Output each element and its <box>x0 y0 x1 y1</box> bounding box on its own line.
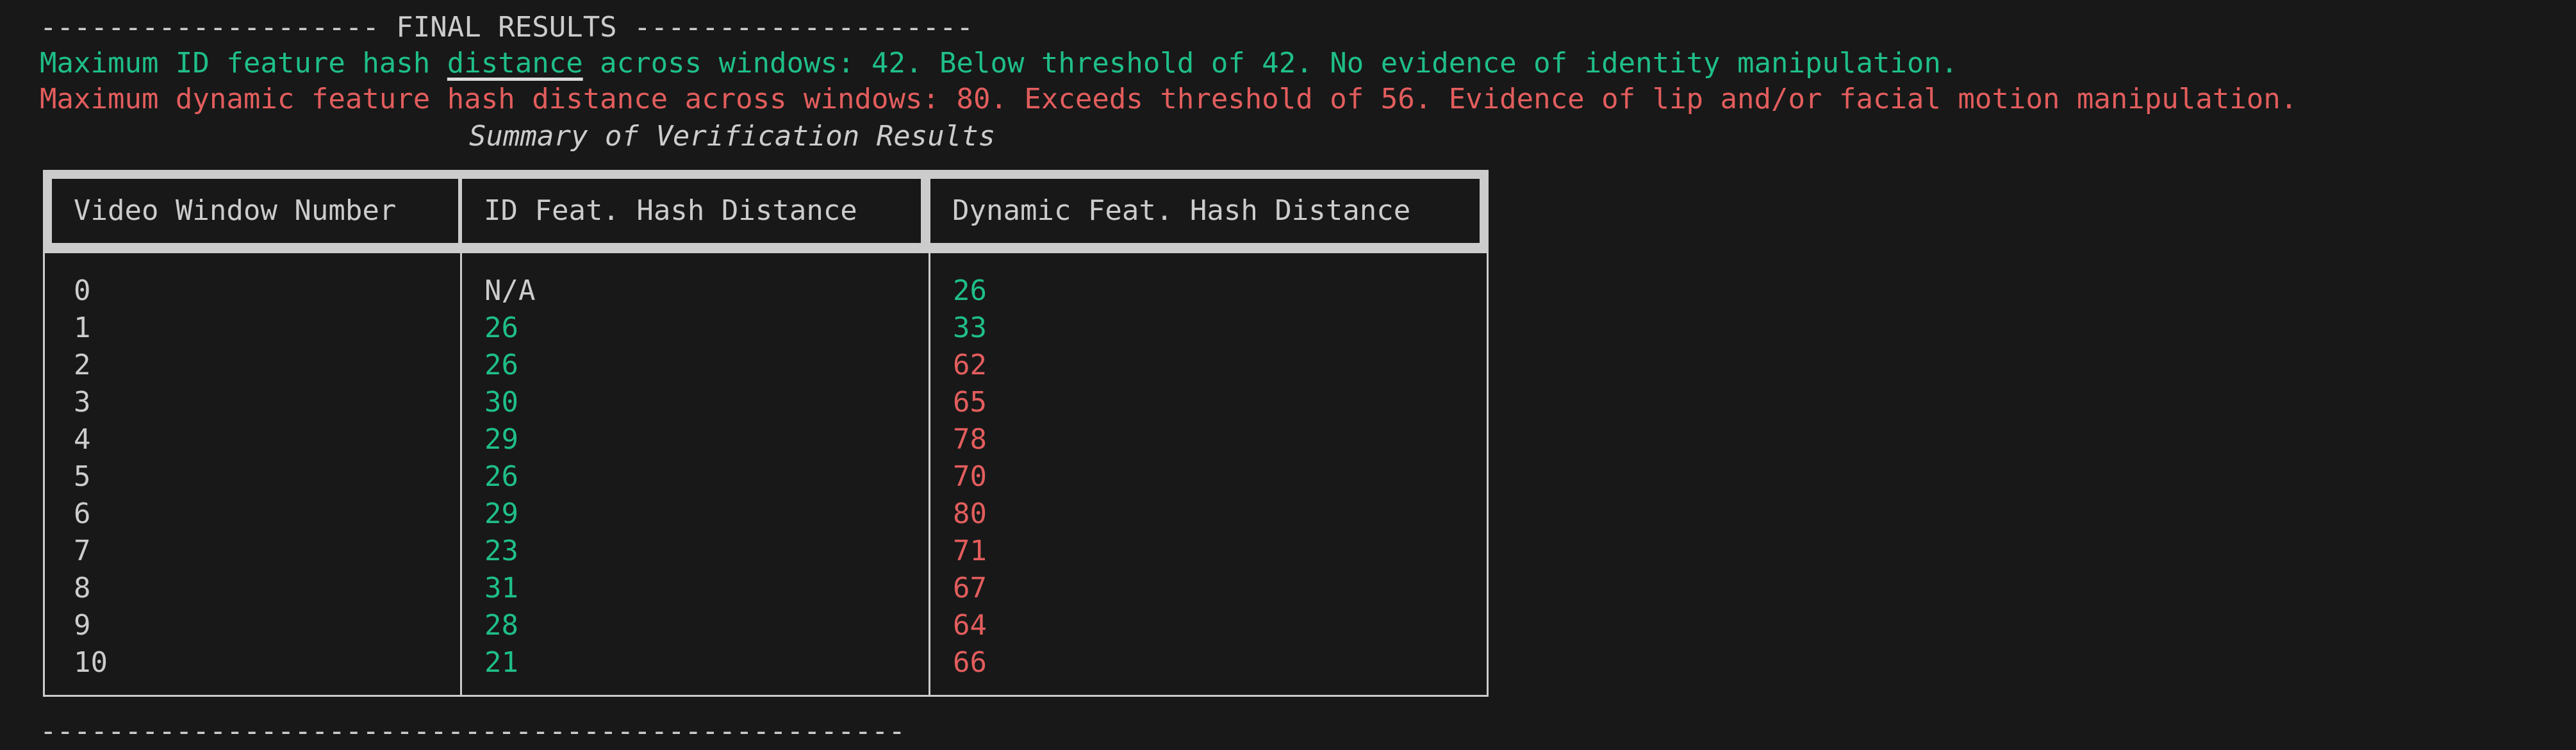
id-distance-cell: N/A <box>484 274 536 307</box>
id-distance-cell: 29 <box>484 497 518 530</box>
id-distance-cell: 26 <box>484 349 518 381</box>
id-result-message: Maximum ID feature hash distance across … <box>40 45 1958 82</box>
id-distance-cell: 26 <box>484 460 518 493</box>
dynamic-distance-cell: 67 <box>953 572 987 604</box>
id-distance-cell: 31 <box>484 572 518 604</box>
dynamic-distance-cell: 26 <box>953 274 987 307</box>
window-number-column: 0 1 2 3 4 5 6 7 8 9 10 <box>74 272 108 681</box>
window-number-cell: 5 <box>74 460 91 493</box>
id-distance-cell: 30 <box>484 386 518 419</box>
id-message-underlined: distance <box>447 47 583 79</box>
dynamic-distance-cell: 62 <box>953 349 987 381</box>
window-number-cell: 4 <box>74 423 91 456</box>
id-distance-cell: 28 <box>484 609 518 642</box>
id-distance-cell: 23 <box>484 535 518 567</box>
dynamic-distance-cell: 78 <box>953 423 987 456</box>
dynamic-distance-cell: 66 <box>953 646 987 679</box>
id-distance-cell: 21 <box>484 646 518 679</box>
column-divider <box>929 253 930 695</box>
window-number-cell: 1 <box>74 312 91 344</box>
table-title: Summary of Verification Results <box>469 120 996 153</box>
dynamic-distance-cell: 80 <box>953 497 987 530</box>
table-body: 0 1 2 3 4 5 6 7 8 9 10 N/A 26 26 30 29 26 29 23 31 28 21 26 3… <box>43 253 1489 697</box>
id-message-suffix: across windows: 42. Below threshold of 4… <box>582 47 1958 79</box>
header-dynamic-distance: Dynamic Feat. Hash Distance <box>930 179 1480 243</box>
verification-results-table: Video Window Number ID Feat. Hash Distan… <box>43 170 1489 697</box>
window-number-cell: 6 <box>74 497 91 530</box>
dynamic-distance-cell: 65 <box>953 386 987 419</box>
window-number-cell: 0 <box>74 274 91 307</box>
window-number-cell: 2 <box>74 349 91 381</box>
window-number-cell: 3 <box>74 386 91 419</box>
column-divider <box>460 253 462 695</box>
window-number-cell: 10 <box>74 646 108 679</box>
dynamic-distance-cell: 33 <box>953 312 987 344</box>
table-header: Video Window Number ID Feat. Hash Distan… <box>43 170 1489 253</box>
dynamic-result-message: Maximum dynamic feature hash distance ac… <box>40 83 2298 115</box>
id-message-prefix: Maximum ID feature hash <box>40 47 447 79</box>
id-distance-cell: 29 <box>484 423 518 456</box>
window-number-cell: 8 <box>74 572 91 604</box>
dynamic-distance-cell: 64 <box>953 609 987 642</box>
final-results-header: -------------------- FINAL RESULTS -----… <box>40 11 973 44</box>
id-distance-cell: 26 <box>484 312 518 344</box>
header-window-number: Video Window Number <box>52 179 458 243</box>
dynamic-distance-column: 26 33 62 65 78 70 80 71 67 64 66 <box>953 272 987 681</box>
footer-divider: ----------------------------------------… <box>40 715 906 747</box>
id-distance-column: N/A 26 26 30 29 26 29 23 31 28 21 <box>484 272 535 681</box>
dynamic-distance-cell: 70 <box>953 460 987 493</box>
header-id-distance: ID Feat. Hash Distance <box>462 179 921 243</box>
dynamic-distance-cell: 71 <box>953 535 987 567</box>
window-number-cell: 9 <box>74 609 91 642</box>
window-number-cell: 7 <box>74 535 91 567</box>
